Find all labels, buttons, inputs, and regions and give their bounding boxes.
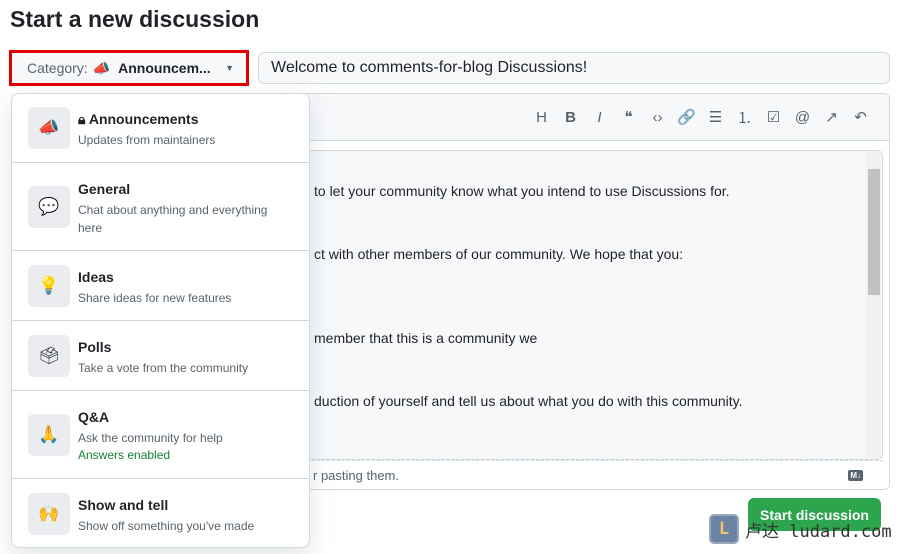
raised-hands-icon: 🙌 <box>28 493 70 535</box>
watermark: L 卢达 ludard.com <box>709 514 892 544</box>
bold-icon[interactable]: B <box>556 109 585 126</box>
markdown-toolbar: H B I ❝ ‹› 🔗 ☰ ⒈ ☑ @ ↗ ↶ <box>259 94 889 141</box>
category-description: Show off something you've made <box>78 519 255 533</box>
category-item-qa[interactable]: 🙏 Q&A Ask the community for help Answers… <box>12 391 309 479</box>
ballot-box-icon: 🗳 <box>28 335 70 377</box>
megaphone-icon: 📣 <box>92 59 111 76</box>
category-name: Show and tell <box>78 497 169 513</box>
footer-text: r pasting them. <box>313 468 399 483</box>
scrollbar[interactable] <box>866 152 881 458</box>
category-description: Ask the community for help <box>78 431 223 445</box>
category-item-show-and-tell[interactable]: 🙌 Show and tell Show off something you'v… <box>12 479 309 547</box>
megaphone-icon: 📣 <box>28 107 70 149</box>
category-item-polls[interactable]: 🗳 Polls Take a vote from the community <box>12 321 309 391</box>
category-item-ideas[interactable]: 💡 Ideas Share ideas for new features <box>12 251 309 321</box>
body-textarea[interactable]: to let your community know what you inte… <box>267 150 883 460</box>
category-name: Polls <box>78 339 112 355</box>
undo-icon[interactable]: ↶ <box>846 108 875 126</box>
category-description: Share ideas for new features <box>78 291 232 305</box>
lock-icon: 🔒︎ <box>78 111 86 127</box>
category-description: Updates from maintainers <box>78 133 216 147</box>
heading-icon[interactable]: H <box>527 109 556 126</box>
quote-icon[interactable]: ❝ <box>614 108 643 126</box>
body-line: duction of yourself and tell us about wh… <box>314 393 743 409</box>
category-description: Take a vote from the community <box>78 361 249 375</box>
answers-enabled-note: Answers enabled <box>78 448 171 462</box>
reference-icon[interactable]: ↗ <box>817 108 846 126</box>
watermark-logo-icon: L <box>709 514 739 544</box>
body-line: member that this is a community we <box>314 330 538 346</box>
editor-footer: r pasting them. M↓ <box>267 460 883 490</box>
watermark-text: 卢达 ludard.com <box>745 521 892 542</box>
italic-icon[interactable]: I <box>585 109 614 126</box>
discussion-title-input[interactable] <box>258 52 890 84</box>
editor: H B I ❝ ‹› 🔗 ☰ ⒈ ☑ @ ↗ ↶ to let your com… <box>258 93 890 490</box>
category-name: Q&A <box>78 409 110 425</box>
ordered-list-icon[interactable]: ⒈ <box>730 107 759 128</box>
category-name-text: Announcements <box>88 111 199 127</box>
category-item-announcements[interactable]: 📣 🔒︎ Announcements Updates from maintain… <box>12 94 309 163</box>
category-description: Chat about anything and everything here <box>78 203 268 235</box>
category-item-general[interactable]: 💬 General Chat about anything and everyt… <box>12 163 309 251</box>
category-value: Announcem... <box>118 60 211 76</box>
category-selector[interactable]: Category: 📣 Announcem... ▼ <box>9 50 249 86</box>
page-title: Start a new discussion <box>10 6 260 32</box>
speech-balloon-icon: 💬 <box>28 186 70 228</box>
category-label: Category: <box>27 60 88 76</box>
category-name: General <box>78 181 131 197</box>
task-list-icon[interactable]: ☑ <box>759 108 788 126</box>
chevron-down-icon: ▼ <box>225 63 234 73</box>
unordered-list-icon[interactable]: ☰ <box>701 108 730 126</box>
body-line: ct with other members of our community. … <box>314 246 684 262</box>
light-bulb-icon: 💡 <box>28 265 70 307</box>
category-name: Ideas <box>78 269 114 285</box>
link-icon[interactable]: 🔗 <box>672 108 701 126</box>
category-name: 🔒︎ Announcements <box>78 111 199 128</box>
mention-icon[interactable]: @ <box>788 109 817 126</box>
body-line: to let your community know what you inte… <box>314 183 730 199</box>
code-icon[interactable]: ‹› <box>643 109 672 126</box>
markdown-icon[interactable]: M↓ <box>848 470 863 481</box>
category-dropdown: 📣 🔒︎ Announcements Updates from maintain… <box>11 93 310 548</box>
scrollbar-thumb[interactable] <box>868 169 880 295</box>
folded-hands-icon: 🙏 <box>28 414 70 456</box>
